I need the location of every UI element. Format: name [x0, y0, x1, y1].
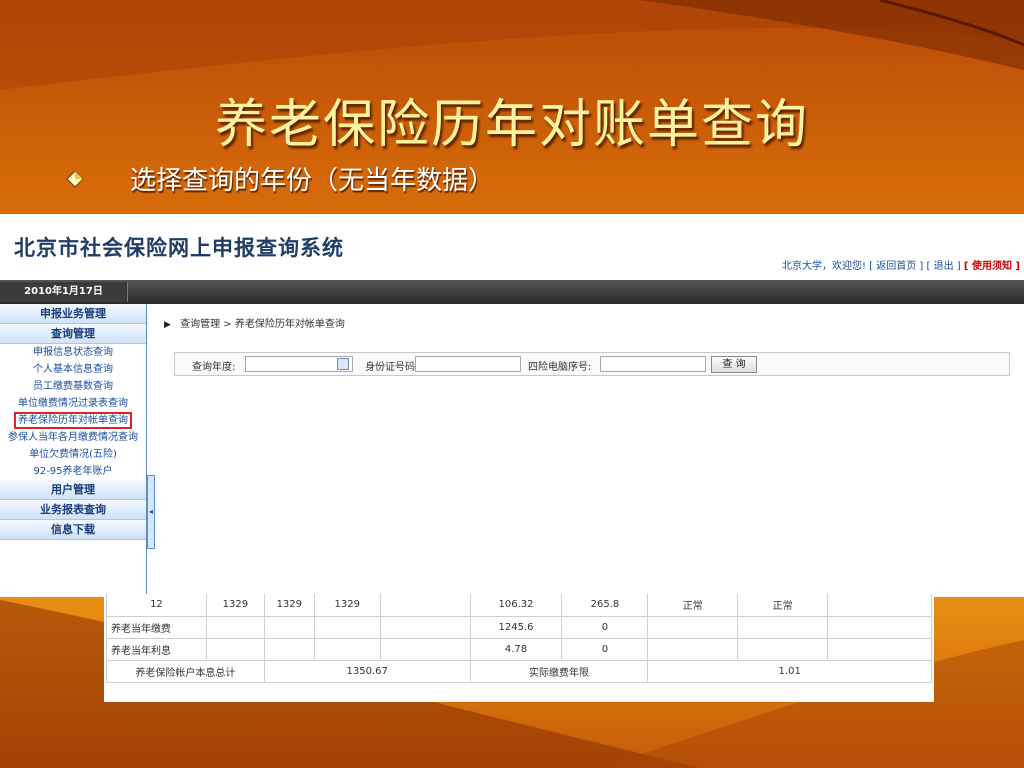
system-title: 北京市社会保险网上申报查询系统: [14, 236, 344, 260]
table-cell: [737, 615, 829, 639]
query-button[interactable]: 查 询: [711, 356, 757, 373]
table-cell: [647, 637, 739, 661]
breadcrumb: ▶ 查询管理 > 养老保险历年对帐单查询: [164, 315, 345, 330]
table-cell: 1329: [313, 594, 381, 617]
id-input[interactable]: [415, 356, 521, 372]
slide-subtitle: 选择查询的年份（无当年数据）: [130, 166, 495, 196]
table-cell: [827, 615, 932, 639]
sidebar: 申报业务管理 查询管理 申报信息状态查询 个人基本信息查询 员工缴费基数查询 单…: [0, 304, 147, 597]
summary-label: 养老保险帐户本息总计: [106, 659, 265, 683]
table-cell: 106.32: [469, 594, 563, 617]
summary-years-label: 实际缴费年限: [469, 659, 649, 683]
table-cell: 1245.6: [469, 615, 563, 639]
table-cell: 4.78: [469, 637, 563, 661]
table-row: 养老当年利息 4.78 0: [106, 637, 932, 661]
usage-notice-link[interactable]: [ 使用须知 ]: [964, 261, 1020, 272]
year-label: 查询年度:: [192, 362, 236, 373]
code-label: 四险电脑序号:: [528, 362, 592, 373]
table-cell: 正常: [647, 594, 739, 617]
table-cell: [263, 615, 315, 639]
menu-item-arrears[interactable]: 单位欠费情况(五险): [0, 446, 146, 463]
header-bar: [0, 280, 1024, 304]
menu-report-query[interactable]: 业务报表查询: [0, 500, 146, 520]
date-label: 2010年1月17日: [0, 282, 128, 302]
id-label: 身份证号码:: [365, 362, 419, 373]
table-cell: 0: [561, 637, 649, 661]
table-cell: [313, 615, 381, 639]
menu-download[interactable]: 信息下载: [0, 520, 146, 540]
table-cell: [647, 615, 739, 639]
table-row: 养老当年缴费 1245.6 0: [106, 615, 932, 639]
triangle-right-icon: ▶: [164, 320, 171, 330]
table-cell: 养老当年利息: [106, 637, 207, 661]
table-cell: 正常: [737, 594, 829, 617]
table-cell: 265.8: [561, 594, 649, 617]
code-input[interactable]: [600, 356, 706, 372]
summary-years: 1.01: [647, 659, 932, 683]
menu-item-pension-account[interactable]: 92-95养老年账户: [0, 463, 146, 480]
system-screenshot: 北京市社会保险网上申报查询系统 北京大学，欢迎您! [ 返回首页 ] [ 退出 …: [0, 214, 1024, 597]
calendar-icon[interactable]: [337, 358, 349, 370]
query-form: 查询年度: 身份证号码: 四险电脑序号: 查 询: [174, 352, 1010, 376]
menu-item-payment-base[interactable]: 员工缴费基数查询: [0, 378, 146, 395]
summary-total: 1350.67: [263, 659, 471, 683]
table-cell: 0: [561, 615, 649, 639]
diamond-bullet-icon: [66, 170, 84, 188]
breadcrumb-text: 查询管理 > 养老保险历年对帐单查询: [180, 319, 345, 330]
table-row: 12 1329 1329 1329 106.32 265.8 正常 正常: [106, 594, 932, 617]
menu-item-pension-statement[interactable]: 养老保险历年对帐单查询: [14, 412, 132, 429]
table-cell: [313, 637, 381, 661]
menu-item-unit-payment[interactable]: 单位缴费情况过录表查询: [0, 395, 146, 412]
menu-query-management[interactable]: 查询管理: [0, 324, 146, 344]
top-links: 北京大学，欢迎您! [ 返回首页 ] [ 退出 ] [ 使用须知 ]: [782, 257, 1020, 272]
table-cell: [379, 615, 471, 639]
table-cell: 1329: [263, 594, 315, 617]
table-cell: 1329: [205, 594, 265, 617]
welcome-text: 北京大学，欢迎您!: [781, 261, 866, 272]
logout-link[interactable]: [ 退出 ]: [927, 261, 961, 272]
table-row-summary: 养老保险帐户本息总计 1350.67 实际缴费年限 1.01: [106, 659, 932, 683]
result-table-panel: 12 1329 1329 1329 106.32 265.8 正常 正常 养老当…: [104, 594, 934, 702]
menu-item-monthly-payment[interactable]: 参保人当年各月缴费情况查询: [0, 429, 146, 446]
table-cell: [827, 594, 932, 617]
home-link[interactable]: [ 返回首页 ]: [869, 261, 923, 272]
table-cell: [263, 637, 315, 661]
table-cell: [379, 594, 471, 617]
table-cell: [737, 637, 829, 661]
result-table: 12 1329 1329 1329 106.32 265.8 正常 正常 养老当…: [106, 594, 932, 683]
table-cell: 12: [106, 594, 207, 617]
menu-user-management[interactable]: 用户管理: [0, 480, 146, 500]
table-cell: [205, 637, 265, 661]
menu-item-personal-info[interactable]: 个人基本信息查询: [0, 361, 146, 378]
sidebar-collapse-handle[interactable]: ◂: [147, 475, 155, 549]
table-cell: [379, 637, 471, 661]
table-cell: [827, 637, 932, 661]
table-cell: 养老当年缴费: [106, 615, 207, 639]
menu-item-declare-status[interactable]: 申报信息状态查询: [0, 344, 146, 361]
table-cell: [205, 615, 265, 639]
menu-declare-business[interactable]: 申报业务管理: [0, 304, 146, 324]
slide-title: 养老保险历年对账单查询: [214, 95, 809, 155]
